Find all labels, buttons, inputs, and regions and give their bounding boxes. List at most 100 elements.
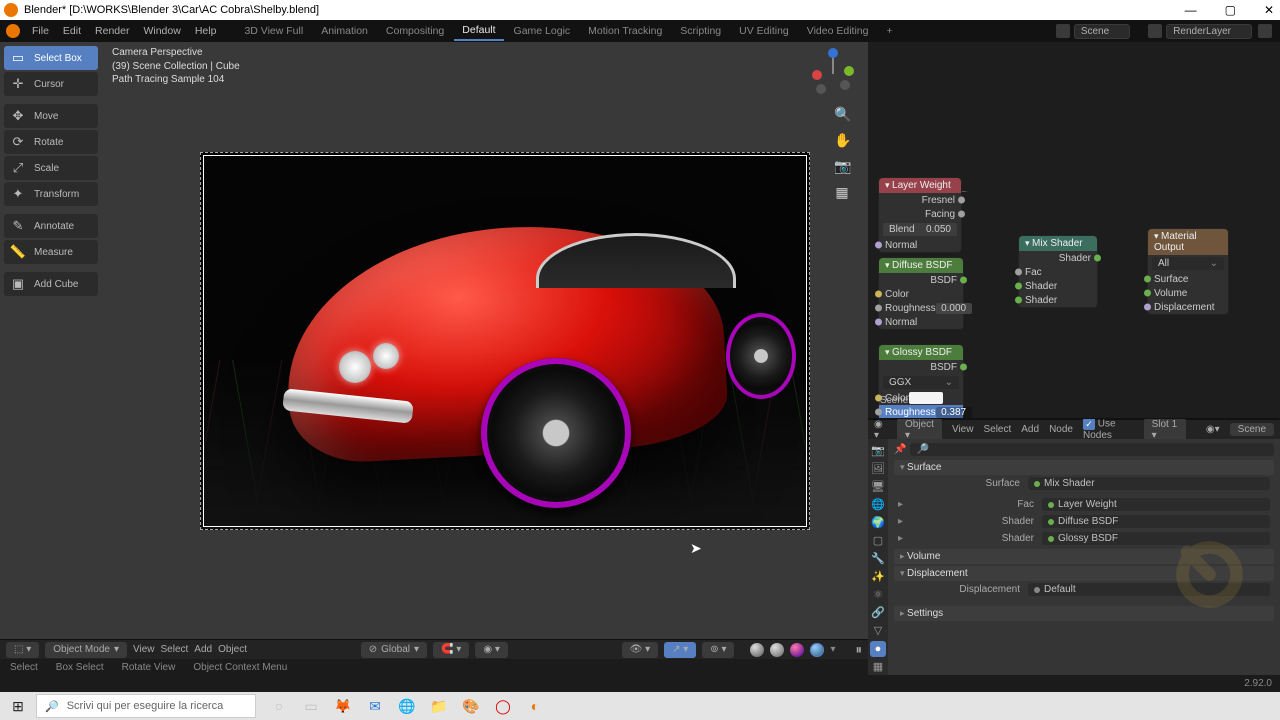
- tool-select-box[interactable]: ▭Select Box: [4, 46, 98, 70]
- shader-type-select[interactable]: Object ▾: [897, 418, 942, 442]
- roughness-field[interactable]: Roughness0.387: [879, 405, 963, 419]
- roughness-field[interactable]: Roughness0.000: [879, 301, 963, 315]
- fac-input[interactable]: Layer Weight: [1042, 498, 1270, 511]
- expand-icon[interactable]: ▸: [898, 533, 912, 544]
- scene-field[interactable]: Scene: [1074, 24, 1130, 39]
- node-header[interactable]: Mix Shader: [1019, 236, 1097, 251]
- new-layer-button[interactable]: [1258, 24, 1272, 38]
- shading-material-icon[interactable]: [790, 643, 804, 657]
- windows-search[interactable]: 🔎 Scrivi qui per eseguire la ricerca: [36, 694, 256, 718]
- use-nodes-checkbox[interactable]: ✓: [1083, 418, 1095, 430]
- workspace-tab[interactable]: Animation: [313, 22, 376, 40]
- editor-type-icon[interactable]: ⬚ ▾: [6, 642, 39, 658]
- tab-scene[interactable]: 🌐: [870, 497, 886, 513]
- workspace-tab[interactable]: Video Editing: [799, 22, 877, 40]
- material-name-field[interactable]: Scene: [1230, 423, 1274, 436]
- add-menu[interactable]: Add: [194, 644, 212, 655]
- workspace-tab[interactable]: Compositing: [378, 22, 452, 40]
- material-sphere-icon[interactable]: ◉▾: [1206, 424, 1220, 435]
- shader1-select[interactable]: Diffuse BSDF: [1042, 515, 1270, 528]
- view-menu[interactable]: View: [133, 644, 155, 655]
- close-button[interactable]: ✕: [1262, 3, 1276, 17]
- pause-render-icon[interactable]: ⏸: [856, 642, 863, 658]
- node-menu[interactable]: Node: [1049, 424, 1073, 435]
- expand-icon[interactable]: ▸: [898, 516, 912, 527]
- overlay-toggle[interactable]: ⊚ ▾: [702, 642, 734, 658]
- taskbar-explorer-icon[interactable]: 📁: [428, 695, 450, 717]
- panel-displacement[interactable]: Displacement: [894, 566, 1274, 581]
- axis-neg-icon[interactable]: [816, 84, 826, 94]
- tab-object[interactable]: ▢: [870, 533, 886, 549]
- editor-type-icon[interactable]: ◉ ▾: [874, 419, 887, 441]
- node-header[interactable]: Layer Weight: [879, 178, 961, 193]
- node-editor[interactable]: Layer Weight Fresnel Facing Blend0.050 N…: [868, 42, 1280, 419]
- surface-shader-select[interactable]: Mix Shader: [1028, 477, 1270, 490]
- axis-z-icon[interactable]: [828, 48, 838, 58]
- target-select[interactable]: All: [1152, 257, 1224, 270]
- node-header[interactable]: Material Output: [1148, 229, 1228, 255]
- taskbar-opera-icon[interactable]: ◯: [492, 695, 514, 717]
- 3d-viewport[interactable]: ▭Select Box ✛Cursor ✥Move ⟳Rotate ⤢Scale…: [0, 42, 868, 675]
- tab-material[interactable]: ●: [870, 641, 886, 657]
- tab-render[interactable]: 📷: [870, 443, 886, 459]
- node-diffuse-bsdf[interactable]: Diffuse BSDF BSDF Color Roughness0.000 N…: [878, 257, 964, 330]
- tab-modifiers[interactable]: 🔧: [870, 551, 886, 567]
- tab-data[interactable]: ▽: [870, 623, 886, 639]
- tab-output[interactable]: 🖼: [870, 461, 886, 477]
- task-view-icon[interactable]: ▭: [300, 695, 322, 717]
- menu-render[interactable]: Render: [89, 23, 135, 39]
- mode-selector[interactable]: Object Mode ▾: [45, 642, 127, 658]
- pan-icon[interactable]: ✋: [834, 132, 850, 148]
- node-glossy-bsdf[interactable]: Glossy BSDF BSDF GGX Color Roughness0.38…: [878, 344, 964, 419]
- object-menu[interactable]: Object: [218, 644, 247, 655]
- panel-surface[interactable]: Surface: [894, 460, 1274, 475]
- layer-field[interactable]: RenderLayer: [1166, 24, 1252, 39]
- tool-rotate[interactable]: ⟳Rotate: [4, 130, 98, 154]
- tab-viewlayer[interactable]: 🖥: [870, 479, 886, 495]
- add-menu[interactable]: Add: [1021, 424, 1039, 435]
- node-material-output[interactable]: Material Output All Surface Volume Displ…: [1147, 228, 1229, 315]
- shading-wireframe-icon[interactable]: [750, 643, 764, 657]
- tool-move[interactable]: ✥Move: [4, 104, 98, 128]
- node-mix-shader[interactable]: Mix Shader Shader Fac Shader Shader: [1018, 235, 1098, 308]
- taskbar-mail-icon[interactable]: ✉: [364, 695, 386, 717]
- gizmo-toggle[interactable]: ↗ ▾: [664, 642, 696, 658]
- taskbar-blender-icon[interactable]: ◐: [524, 695, 546, 717]
- workspace-tab[interactable]: Game Logic: [506, 22, 579, 40]
- orientation-selector[interactable]: ⊘ Global ▾: [361, 642, 427, 658]
- axis-neg-icon[interactable]: [840, 80, 850, 90]
- taskbar-edge-icon[interactable]: 🌐: [396, 695, 418, 717]
- axis-y-icon[interactable]: [844, 66, 854, 76]
- blender-menu-icon[interactable]: [6, 24, 20, 38]
- blend-field[interactable]: Blend0.050: [883, 223, 957, 236]
- proportional-toggle[interactable]: ◉ ▾: [475, 642, 508, 658]
- tab-texture[interactable]: ▦: [870, 659, 886, 675]
- workspace-tab[interactable]: Scripting: [672, 22, 729, 40]
- shader2-select[interactable]: Glossy BSDF: [1042, 532, 1270, 545]
- node-header[interactable]: Diffuse BSDF: [879, 258, 963, 273]
- zoom-icon[interactable]: 🔍: [834, 106, 850, 122]
- tool-measure[interactable]: 📏Measure: [4, 240, 98, 264]
- minimize-button[interactable]: —: [1183, 3, 1199, 17]
- menu-window[interactable]: Window: [137, 23, 186, 39]
- menu-edit[interactable]: Edit: [57, 23, 87, 39]
- navigation-gizmo[interactable]: [810, 48, 856, 94]
- tool-transform[interactable]: ✦Transform: [4, 182, 98, 206]
- node-layer-weight[interactable]: Layer Weight Fresnel Facing Blend0.050 N…: [878, 177, 962, 253]
- panel-settings[interactable]: Settings: [894, 606, 1274, 621]
- taskbar-app-icon[interactable]: 🎨: [460, 695, 482, 717]
- axis-x-icon[interactable]: [812, 70, 822, 80]
- workspace-tab-active[interactable]: Default: [454, 21, 503, 41]
- tool-annotate[interactable]: ✎Annotate: [4, 214, 98, 238]
- view-menu[interactable]: View: [952, 424, 974, 435]
- layer-icon[interactable]: [1148, 24, 1162, 38]
- slot-select[interactable]: Slot 1 ▾: [1144, 418, 1186, 442]
- distribution-select[interactable]: GGX: [883, 376, 959, 389]
- tab-particles[interactable]: ✨: [870, 569, 886, 585]
- tool-scale[interactable]: ⤢Scale: [4, 156, 98, 180]
- tab-world[interactable]: 🌍: [870, 515, 886, 531]
- expand-icon[interactable]: ▸: [898, 499, 912, 510]
- workspace-tab[interactable]: Motion Tracking: [580, 22, 670, 40]
- menu-file[interactable]: File: [26, 23, 55, 39]
- cortana-icon[interactable]: ○: [268, 695, 290, 717]
